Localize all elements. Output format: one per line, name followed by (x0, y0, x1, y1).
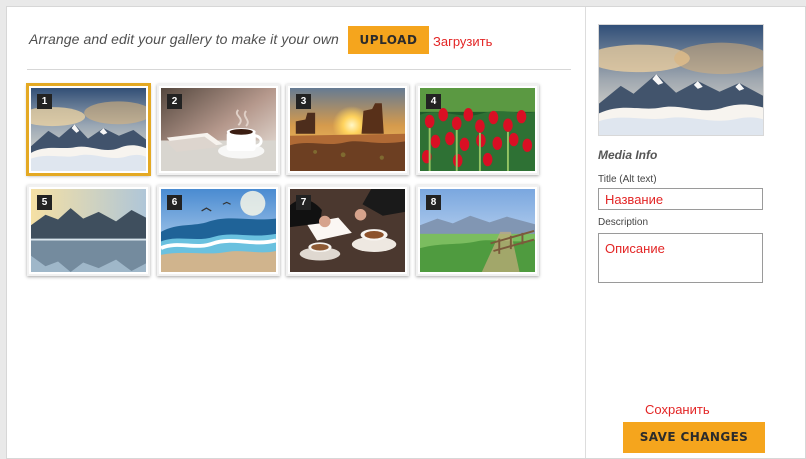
title-alt-text-label: Title (Alt text) (598, 174, 657, 185)
upload-translation-note: Загрузить (433, 34, 493, 49)
gallery-item-5[interactable]: 5 (27, 185, 150, 276)
gallery-item-1[interactable]: 1 (27, 84, 150, 175)
gallery-item-8[interactable]: 8 (416, 185, 539, 276)
gallery-item-6[interactable]: 6 (157, 185, 280, 276)
gallery-item-7[interactable]: 7 (286, 185, 409, 276)
preview-image-mountains-art (599, 25, 763, 135)
gallery-item-4[interactable]: 4 (416, 84, 539, 175)
media-info-heading: Media Info (598, 148, 658, 162)
gallery-number-badge: 8 (426, 195, 441, 210)
description-label: Description (598, 217, 649, 228)
gallery-number-badge: 1 (37, 94, 52, 109)
gallery-number-badge: 6 (167, 195, 182, 210)
gallery-panel: Arrange and edit your gallery to make it… (7, 7, 585, 458)
description-input[interactable] (598, 233, 763, 283)
gallery-number-badge: 3 (296, 94, 311, 109)
gallery-number-badge: 4 (426, 94, 441, 109)
gallery-item-2[interactable]: 2 (157, 84, 280, 175)
media-info-panel: Media Info Title (Alt text) Description … (585, 7, 805, 458)
toolbar-divider (27, 69, 571, 70)
upload-button[interactable]: UPLOAD (348, 26, 429, 54)
media-preview (598, 24, 764, 136)
save-translation-note: Сохранить (645, 402, 710, 417)
save-changes-button[interactable]: SAVE CHANGES (623, 422, 765, 453)
title-alt-text-input[interactable] (598, 188, 763, 210)
gallery-editor: Arrange and edit your gallery to make it… (6, 6, 806, 459)
gallery-instruction: Arrange and edit your gallery to make it… (29, 31, 339, 47)
gallery-number-badge: 2 (167, 94, 182, 109)
preview-image-mountains (599, 25, 763, 135)
gallery-item-3[interactable]: 3 (286, 84, 409, 175)
gallery-number-badge: 5 (37, 195, 52, 210)
gallery-number-badge: 7 (296, 195, 311, 210)
